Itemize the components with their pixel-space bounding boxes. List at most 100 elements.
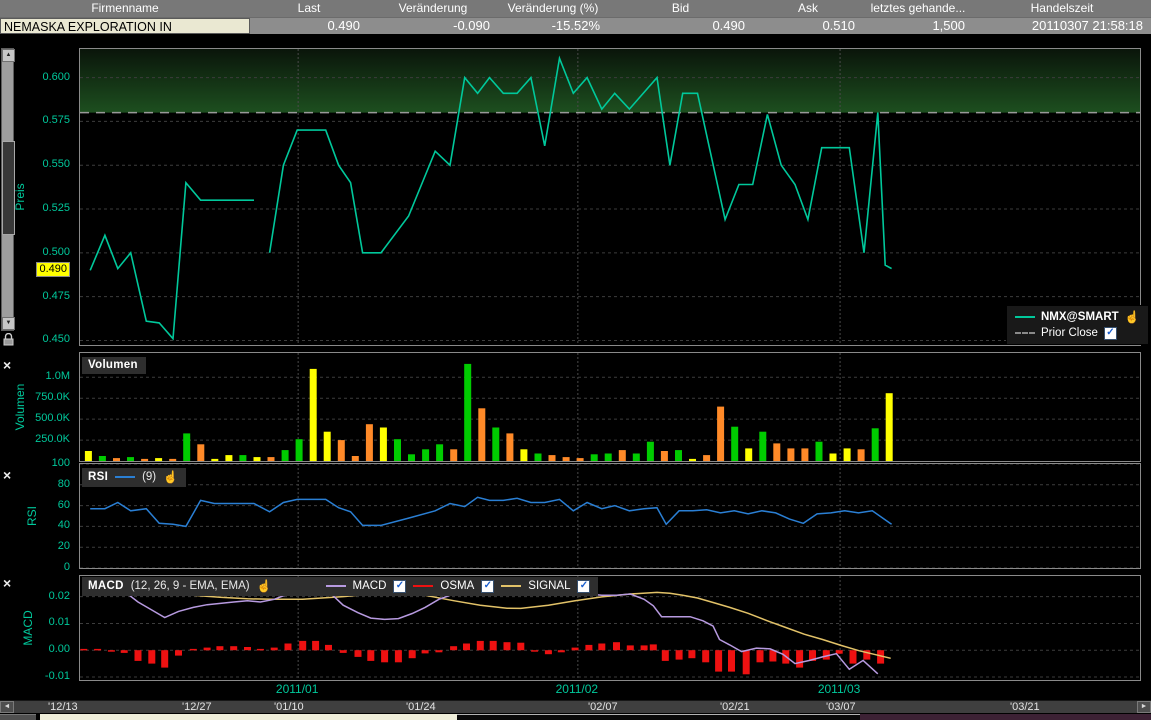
volume-bar [563, 457, 570, 461]
volume-bar [155, 458, 162, 461]
column-header-veraenderung-pct[interactable]: Veränderung (%) [498, 0, 608, 17]
osma-bar [572, 648, 579, 651]
x-axis-month-label: 2011/02 [556, 682, 599, 696]
osma-bar [312, 641, 319, 650]
osma-bar [230, 646, 237, 650]
volume-bar [717, 407, 724, 461]
volume-bar [422, 449, 429, 461]
column-header-ask[interactable]: Ask [753, 0, 863, 17]
rsi-axis: RSI 100806040200 [0, 463, 76, 569]
osma-bar [216, 646, 223, 650]
volume-bar [380, 428, 387, 462]
osma-bar [94, 649, 101, 651]
hand-cursor-icon[interactable]: ☝ [163, 470, 178, 484]
bottom-strip-segment [457, 714, 860, 720]
volume-bar [745, 448, 752, 461]
volume-bar [844, 448, 851, 461]
prior-close-legend-label: Prior Close [1041, 327, 1098, 339]
volume-axis: Volumen 1.0M750.0K500.0K250.0K [0, 352, 76, 462]
volume-bar [366, 424, 373, 461]
scrollbar-date-label: '01/10 [274, 701, 304, 713]
osma-bar [676, 650, 683, 659]
osma-bar [381, 650, 388, 662]
osma-checkbox[interactable]: ✓ [481, 580, 494, 593]
macd-panel-legend[interactable]: MACD (12, 26, 9 - EMA, EMA) ☝ MACD ✓ OSM… [82, 577, 598, 596]
volume-bar [647, 442, 654, 461]
volume-bar [858, 449, 865, 461]
scrollbar-date-label: '02/21 [720, 701, 750, 713]
rsi-panel[interactable] [79, 463, 1141, 569]
volume-panel[interactable] [79, 352, 1141, 462]
y-axis-tick-label: 0.475 [0, 290, 70, 302]
column-header-last-size[interactable]: letztes gehande... [863, 0, 973, 17]
price-plot[interactable] [80, 49, 1140, 345]
volume-panel-label[interactable]: Volumen [82, 357, 146, 374]
signal-line-swatch [501, 585, 521, 587]
volume-bar [211, 459, 218, 461]
column-header-bid[interactable]: Bid [608, 0, 753, 17]
macd-checkbox[interactable]: ✓ [393, 580, 406, 593]
column-header-handelszeit[interactable]: Handelszeit [973, 0, 1151, 17]
osma-bar [244, 647, 251, 650]
volume-bar [703, 455, 710, 461]
y-axis-tick-label: 20 [0, 540, 70, 552]
hand-cursor-icon[interactable]: ☝ [257, 579, 272, 593]
volume-bar [85, 451, 92, 461]
volume-bar [661, 451, 668, 461]
volume-bar [436, 444, 443, 461]
osma-bar [650, 644, 657, 650]
osma-bar [850, 650, 857, 663]
column-header-veraenderung[interactable]: Veränderung [368, 0, 498, 17]
osma-bar [715, 650, 722, 671]
rsi-label-text: RSI [88, 471, 108, 483]
prior-close-checkbox[interactable]: ✓ [1104, 327, 1117, 340]
volume-bar [225, 455, 232, 461]
volume-bar [577, 458, 584, 461]
price-legend[interactable]: NMX@SMART ☝ Prior Close ✓ [1006, 305, 1149, 345]
osma-bar [148, 650, 155, 663]
volume-bar [183, 433, 190, 461]
volume-bar [239, 455, 246, 461]
volume-bar [591, 454, 598, 461]
column-header-last[interactable]: Last [250, 0, 368, 17]
osma-bar [395, 650, 402, 662]
volume-bar [99, 456, 106, 461]
last-price-axis-tag: 0.490 [36, 262, 70, 277]
volume-plot[interactable] [80, 353, 1140, 461]
scroll-right-icon[interactable]: ► [1137, 701, 1151, 713]
volume-bar [268, 457, 275, 461]
volume-bar [296, 439, 303, 461]
osma-bar [641, 645, 648, 650]
symbol-name-cell[interactable]: NEMASKA EXPLORATION IN [0, 18, 250, 34]
volume-bar [520, 449, 527, 461]
volume-label-text: Volumen [88, 359, 138, 371]
symbol-line-swatch [1015, 316, 1035, 318]
osma-bar [435, 650, 442, 652]
macd-params-text: (12, 26, 9 - EMA, EMA) [131, 580, 250, 592]
y-axis-tick-label: 0.550 [0, 158, 70, 170]
price-panel[interactable] [79, 48, 1141, 346]
bottom-strip-segment [860, 714, 1151, 720]
column-header-firmenname[interactable]: Firmenname [0, 0, 250, 17]
signal-checkbox[interactable]: ✓ [577, 580, 590, 593]
volume-bar [254, 457, 261, 461]
rsi-panel-legend[interactable]: RSI (9) ☝ [82, 468, 186, 487]
volume-bar [169, 459, 176, 461]
quote-bar: Firmenname Last Veränderung Veränderung … [0, 0, 1151, 34]
scroll-left-icon[interactable]: ◄ [0, 701, 14, 713]
y-axis-tick-label: 0.02 [0, 590, 70, 602]
hand-cursor-icon[interactable]: ☝ [1125, 310, 1140, 324]
volume-bar [492, 428, 499, 462]
quote-header-row: Firmenname Last Veränderung Veränderung … [0, 0, 1151, 17]
osma-bar [257, 649, 264, 651]
prior-close-swatch [1015, 332, 1035, 334]
osma-bar [204, 648, 211, 651]
osma-bar [450, 646, 457, 650]
y-axis-tick-label: -0.01 [0, 670, 70, 682]
time-scrollbar[interactable]: ◄ ► '12/13'12/27'01/10'01/24'02/07'02/21… [0, 700, 1151, 713]
trade-time-value: 20110307 21:58:18 [973, 18, 1151, 34]
price-line [90, 183, 254, 339]
osma-bar [490, 641, 497, 650]
volume-bar [464, 364, 471, 461]
rsi-plot[interactable] [80, 464, 1140, 568]
